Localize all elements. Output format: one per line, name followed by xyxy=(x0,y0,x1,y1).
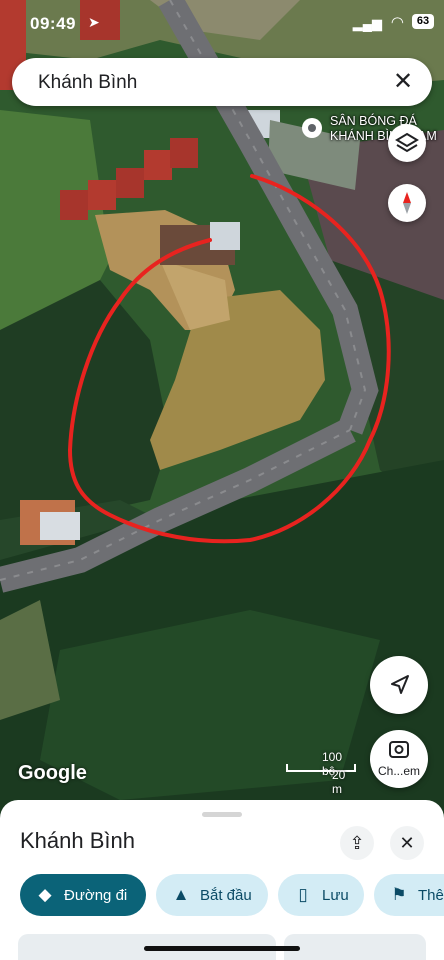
place-bottom-sheet[interactable]: Khánh Bình ⇪ ✕ ◆ Đường đi ▲ Bắt đầu ▯ Lư… xyxy=(0,800,444,960)
bookmark-icon: ▯ xyxy=(298,885,308,904)
home-indicator xyxy=(144,946,300,951)
directions-button[interactable]: ◆ Đường đi xyxy=(20,874,146,916)
save-label: Lưu xyxy=(322,886,349,904)
layers-icon xyxy=(395,132,419,153)
status-bar: 09:49 ➤ ▂▄▆ ◠ 63 xyxy=(0,0,444,44)
poi-label-line1: SÂN BÓNG ĐÁ xyxy=(330,114,417,128)
status-time: 09:49 xyxy=(30,14,76,33)
poi-label-line2: KHÁNH BÌNH TẠM xyxy=(330,129,437,143)
signal-icon: ▂▄▆ xyxy=(352,16,382,31)
navigation-icon: ▲ xyxy=(172,885,190,904)
scale-bar xyxy=(286,764,356,772)
wifi-icon: ◠ xyxy=(390,14,404,31)
share-icon: ⇪ xyxy=(349,833,365,853)
add-label-button[interactable]: ⚑ Thê xyxy=(374,874,444,916)
search-bar[interactable]: Khánh Bình ✕ xyxy=(12,58,432,106)
close-icon: ✕ xyxy=(399,833,415,853)
photo-thumbnail[interactable] xyxy=(284,934,426,960)
start-button[interactable]: ▲ Bắt đầu xyxy=(156,874,268,916)
save-button[interactable]: ▯ Lưu xyxy=(278,874,364,916)
close-icon[interactable]: ✕ xyxy=(388,67,418,97)
share-button[interactable]: ⇪ xyxy=(340,826,374,860)
search-query[interactable]: Khánh Bình xyxy=(38,72,137,94)
poi-label[interactable]: SÂN BÓNG ĐÁ KHÁNH BÌNH TẠM xyxy=(330,114,444,144)
compass-button[interactable] xyxy=(388,184,426,222)
place-title: Khánh Bình xyxy=(20,828,135,853)
compass-icon xyxy=(403,192,411,214)
navigation-arrow-icon xyxy=(391,675,409,694)
my-location-button[interactable] xyxy=(370,656,428,714)
close-sheet-button[interactable]: ✕ xyxy=(390,826,424,860)
camera-lens-icon xyxy=(389,741,409,758)
battery-icon: 63 xyxy=(412,14,434,29)
directions-icon: ◆ xyxy=(38,885,52,904)
flag-icon: ⚑ xyxy=(391,885,407,904)
google-attribution: Google xyxy=(18,762,87,784)
action-chips: ◆ Đường đi ▲ Bắt đầu ▯ Lưu ⚑ Thê xyxy=(0,874,444,920)
layers-button[interactable] xyxy=(388,124,426,162)
scale-metric: 20 m xyxy=(332,768,346,796)
sheet-drag-handle[interactable] xyxy=(202,812,242,817)
location-arrow-icon: ➤ xyxy=(88,14,100,30)
directions-label: Đường đi xyxy=(64,886,128,904)
place-pin-icon[interactable] xyxy=(302,118,322,138)
lens-label: Ch...em xyxy=(377,764,420,778)
lens-button[interactable]: Ch...em xyxy=(370,730,428,788)
add-label-text: Thê xyxy=(418,886,444,904)
start-label: Bắt đầu xyxy=(200,886,252,904)
